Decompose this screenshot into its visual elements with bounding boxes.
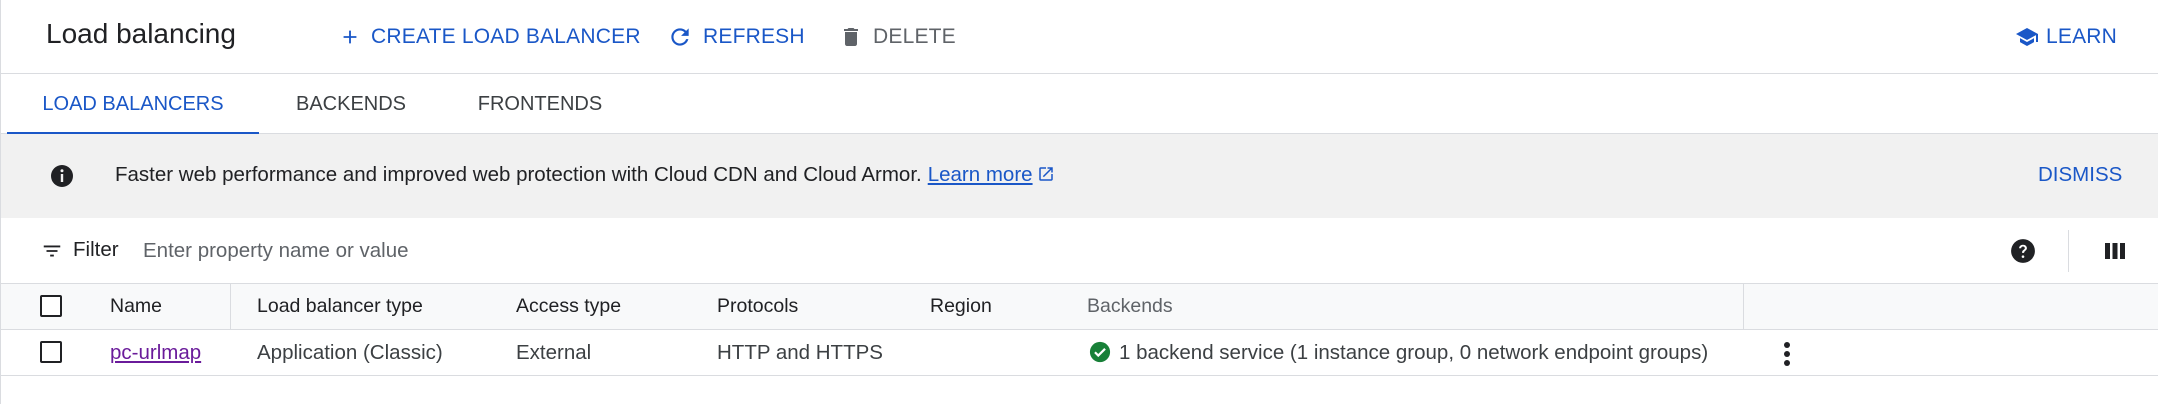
page-header: Load balancing CREATE LOAD BALANCER REFR… — [1, 0, 2158, 74]
info-banner: Faster web performance and improved web … — [1, 134, 2158, 218]
filter-list-icon — [43, 245, 61, 257]
load-balancing-page: Load balancing CREATE LOAD BALANCER REFR… — [0, 0, 2158, 404]
column-display-icon[interactable] — [2104, 241, 2126, 261]
row-checkbox[interactable] — [40, 341, 62, 363]
refresh-label: REFRESH — [703, 25, 805, 48]
school-icon — [2016, 28, 2038, 46]
open-in-new-icon — [1038, 167, 1053, 181]
column-header-name[interactable]: Name — [110, 284, 162, 329]
tab-load-balancers[interactable]: LOAD BALANCERS — [7, 74, 259, 135]
backends-cell: 1 backend service (1 instance group, 0 n… — [1089, 330, 1708, 375]
learn-button[interactable]: LEARN — [2014, 21, 2117, 53]
backends-summary: 1 backend service (1 instance group, 0 n… — [1119, 341, 1709, 364]
column-divider — [230, 284, 231, 330]
create-load-balancer-button[interactable]: CREATE LOAD BALANCER — [339, 21, 641, 53]
delete-button[interactable]: DELETE — [839, 21, 956, 53]
filter-label: Filter — [73, 238, 119, 261]
access-type: External — [516, 341, 592, 364]
help-icon[interactable] — [2010, 238, 2036, 264]
column-header-backends: Backends — [1087, 295, 1173, 317]
check-circle-icon — [1089, 341, 1111, 363]
column-header-protocols[interactable]: Protocols — [717, 284, 798, 329]
create-load-balancer-label: CREATE LOAD BALANCER — [371, 25, 641, 48]
tab-backends[interactable]: BACKENDS — [281, 74, 421, 134]
table-row: pc-urlmap Application (Classic) External… — [1, 330, 2158, 376]
page-title: Load balancing — [46, 18, 236, 49]
delete-label: DELETE — [873, 25, 956, 48]
plus-icon — [343, 30, 357, 44]
load-balancer-name-link[interactable]: pc-urlmap — [110, 341, 201, 364]
more-vert-icon[interactable] — [1776, 340, 1798, 368]
tab-bar: LOAD BALANCERS BACKENDS FRONTENDS — [1, 74, 2158, 135]
filter-divider — [2068, 230, 2069, 272]
table-header: Name Load balancer type Access type Prot… — [1, 284, 2158, 330]
tab-frontends[interactable]: FRONTENDS — [461, 74, 619, 134]
column-divider — [1743, 284, 1744, 330]
load-balancer-type: Application (Classic) — [257, 341, 443, 364]
protocols: HTTP and HTTPS — [717, 341, 883, 364]
select-all-checkbox[interactable] — [40, 295, 62, 317]
learn-more-link[interactable]: Learn more — [928, 163, 1033, 186]
column-header-region[interactable]: Region — [930, 284, 992, 329]
dismiss-button[interactable]: DISMISS — [2038, 163, 2122, 187]
column-header-access[interactable]: Access type — [516, 284, 621, 329]
trash-icon — [844, 28, 858, 46]
learn-label: LEARN — [2046, 25, 2118, 48]
refresh-button[interactable]: REFRESH — [667, 21, 805, 53]
filter-bar: Filter — [1, 218, 2158, 284]
banner-message: Faster web performance and improved web … — [115, 163, 1055, 187]
column-header-type[interactable]: Load balancer type — [257, 284, 423, 329]
info-icon — [51, 165, 73, 187]
banner-text: Faster web performance and improved web … — [115, 163, 922, 186]
filter-input[interactable] — [141, 232, 1245, 270]
refresh-icon — [671, 28, 689, 46]
